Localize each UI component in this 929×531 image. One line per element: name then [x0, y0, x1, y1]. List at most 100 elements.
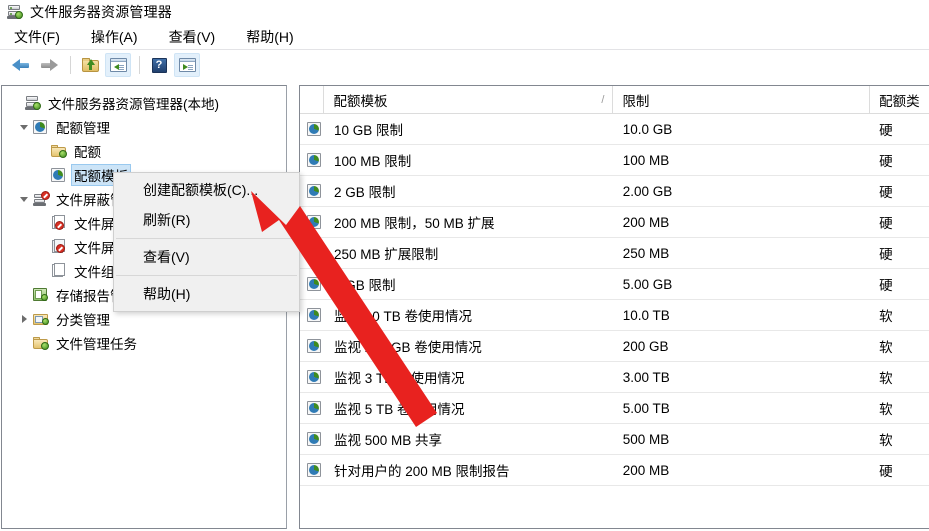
file-screen-icon — [32, 191, 50, 207]
toolbar-separator-2 — [139, 56, 140, 74]
column-header-limit[interactable]: 限制 — [613, 86, 871, 113]
context-menu-separator-2 — [116, 275, 297, 276]
cell-type: 软 — [879, 402, 893, 417]
cell-limit: 2.00 GB — [622, 183, 673, 199]
row-icon-cell — [300, 121, 325, 137]
cell-limit: 10.0 GB — [622, 121, 673, 137]
context-menu-refresh[interactable]: 刷新(R) — [114, 205, 299, 235]
chevron-right-icon — [21, 315, 27, 323]
context-menu-view[interactable]: 查看(V) — [114, 242, 299, 272]
twisty-expanded[interactable] — [16, 191, 32, 207]
tree-item-label: 文件管理任务 — [56, 337, 137, 352]
row-icon-cell — [300, 431, 325, 447]
show-hide-tree-button[interactable] — [105, 53, 131, 77]
table-row[interactable]: 10 GB 限制 10.0 GB 硬 — [300, 114, 929, 145]
twisty-collapsed[interactable] — [16, 311, 32, 327]
tree-item-file-management-tasks[interactable]: 文件管理任务 — [2, 331, 286, 355]
file-screen-deny-icon — [50, 215, 68, 231]
row-icon-cell — [300, 183, 325, 199]
folder-up-icon — [81, 57, 99, 73]
column-header-label: 限制 — [622, 93, 650, 109]
back-button[interactable] — [8, 53, 34, 77]
row-icon-cell — [300, 276, 325, 292]
cell-template: 5 GB 限制 — [334, 278, 396, 293]
cell-limit: 5.00 TB — [622, 400, 670, 416]
row-icon-cell — [300, 338, 325, 354]
title-bar: 文件服务器资源管理器 — [0, 0, 929, 24]
tree-item-quota-management[interactable]: 配额管理 — [2, 115, 286, 139]
tree-item-fsrm-local[interactable]: 文件服务器资源管理器(本地) — [2, 91, 286, 115]
cell-template: 10 GB 限制 — [334, 123, 404, 138]
table-row[interactable]: 250 MB 扩展限制 250 MB 硬 — [300, 238, 929, 269]
file-group-icon — [50, 263, 68, 279]
up-one-level-button[interactable] — [77, 53, 103, 77]
show-hide-action-pane-button[interactable] — [174, 53, 200, 77]
row-icon-cell — [300, 400, 325, 416]
file-screen-template-icon — [50, 239, 68, 255]
cell-limit: 10.0 TB — [622, 307, 670, 323]
toolbar: ? — [0, 50, 929, 80]
forward-button[interactable] — [36, 53, 62, 77]
cell-limit: 250 MB — [622, 245, 670, 261]
quota-template-icon — [306, 121, 324, 137]
table-row[interactable]: 2 GB 限制 2.00 GB 硬 — [300, 176, 929, 207]
context-menu-create-quota-template[interactable]: 创建配额模板(C)... — [114, 175, 299, 205]
menu-view[interactable]: 查看(V) — [167, 25, 218, 49]
table-row[interactable]: 200 MB 限制，50 MB 扩展 200 MB 硬 — [300, 207, 929, 238]
quota-template-icon — [306, 152, 324, 168]
context-menu-help[interactable]: 帮助(H) — [114, 279, 299, 309]
server-icon — [4, 3, 26, 21]
table-row[interactable]: 监视 10 TB 卷使用情况 10.0 TB 软 — [300, 300, 929, 331]
forward-arrow-icon — [40, 58, 58, 72]
help-button[interactable]: ? — [146, 53, 172, 77]
cell-template: 监视 3 TB 卷使用情况 — [334, 371, 465, 386]
cell-template: 针对用户的 200 MB 限制报告 — [334, 464, 510, 479]
chevron-down-icon — [20, 124, 28, 130]
quota-template-icon — [306, 276, 324, 292]
tree-item-label: 分类管理 — [56, 313, 110, 328]
tree-item-quotas[interactable]: 配额 — [2, 139, 286, 163]
column-header-quota-template[interactable]: 配额模板 / — [324, 86, 614, 113]
table-row[interactable]: 监视 5 TB 卷使用情况 5.00 TB 软 — [300, 393, 929, 424]
list-view-body[interactable]: 10 GB 限制 10.0 GB 硬 100 MB 限制 100 MB 硬 2 … — [300, 114, 929, 528]
list-view-header: 配额模板 / 限制 配额类 — [300, 86, 929, 114]
quota-template-icon — [306, 431, 324, 447]
twisty-expanded[interactable] — [16, 119, 32, 135]
cell-limit: 5.00 GB — [622, 276, 673, 292]
cell-type: 软 — [879, 371, 893, 386]
quota-template-icon — [306, 307, 324, 323]
column-header-quota-type[interactable]: 配额类 — [870, 86, 929, 113]
window-pane-left-icon — [109, 58, 127, 72]
cell-type: 硬 — [879, 123, 893, 138]
table-row[interactable]: 监视 3 TB 卷使用情况 3.00 TB 软 — [300, 362, 929, 393]
twisty-placeholder — [8, 95, 24, 111]
window-pane-right-icon — [178, 58, 196, 72]
menu-help[interactable]: 帮助(H) — [244, 25, 295, 49]
context-menu-separator-1 — [116, 238, 297, 239]
cell-type: 软 — [879, 309, 893, 324]
cell-type: 软 — [879, 340, 893, 355]
table-row[interactable]: 5 GB 限制 5.00 GB 硬 — [300, 269, 929, 300]
table-row[interactable]: 监视 500 MB 共享 500 MB 软 — [300, 424, 929, 455]
chevron-down-icon — [20, 196, 28, 202]
quota-template-icon — [306, 214, 324, 230]
table-row[interactable]: 100 MB 限制 100 MB 硬 — [300, 145, 929, 176]
menu-file[interactable]: 文件(F) — [12, 25, 62, 49]
list-pane[interactable]: 配额模板 / 限制 配额类 10 GB 限制 10.0 GB 硬 100 MB … — [299, 85, 929, 529]
quota-template-icon — [306, 400, 324, 416]
row-icon-cell — [300, 152, 325, 168]
table-row[interactable]: 针对用户的 200 MB 限制报告 200 MB 硬 — [300, 455, 929, 486]
cell-template: 监视 5 TB 卷使用情况 — [334, 402, 465, 417]
server-icon — [24, 95, 42, 111]
cell-template: 100 MB 限制 — [334, 154, 412, 169]
row-icon-cell — [300, 245, 325, 261]
cell-template: 2 GB 限制 — [334, 185, 396, 200]
menu-action[interactable]: 操作(A) — [89, 25, 140, 49]
toolbar-separator-1 — [70, 56, 71, 74]
classification-icon — [32, 311, 50, 327]
cell-limit: 200 MB — [622, 214, 670, 230]
cell-type: 硬 — [879, 185, 893, 200]
context-menu[interactable]: 创建配额模板(C)... 刷新(R) 查看(V) 帮助(H) — [113, 172, 300, 312]
table-row[interactable]: 监视 200 GB 卷使用情况 200 GB 软 — [300, 331, 929, 362]
tree-item-label: 配额 — [74, 145, 101, 160]
